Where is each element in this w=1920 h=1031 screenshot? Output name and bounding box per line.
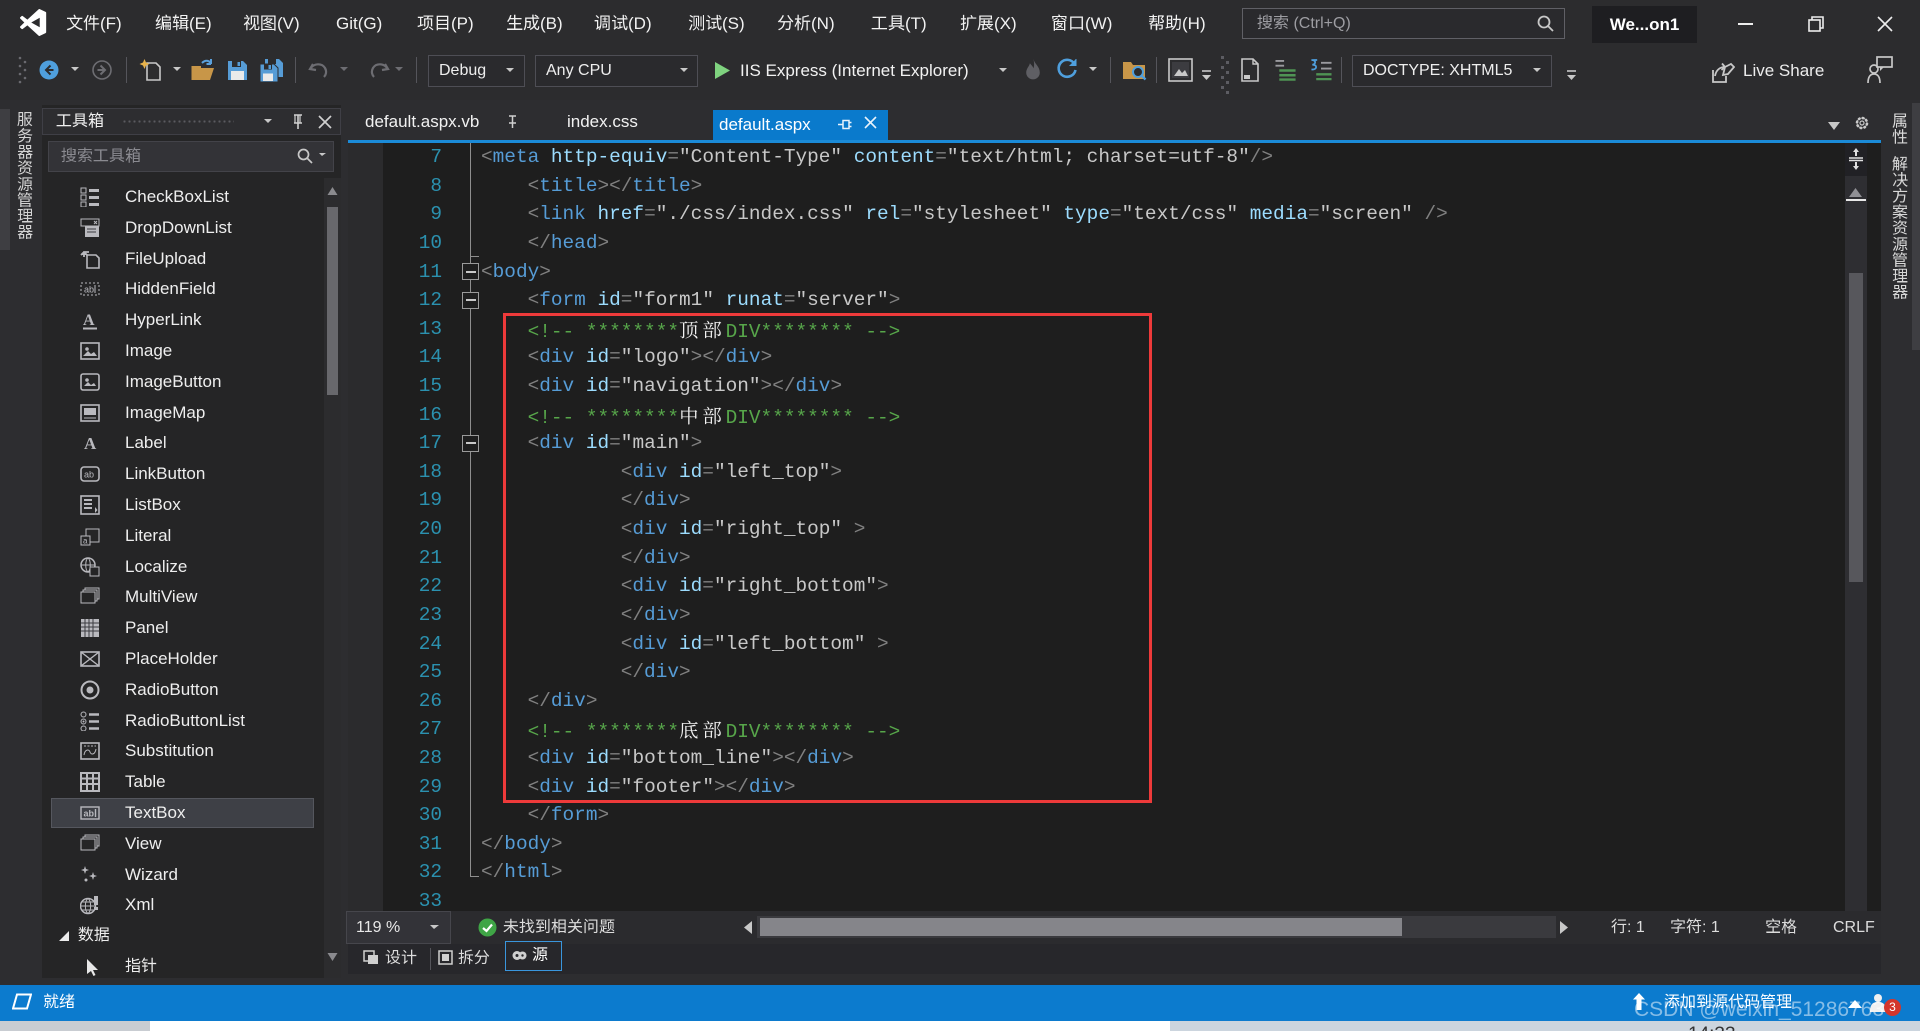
svg-text:ab: ab <box>84 285 94 295</box>
svg-text:ab: ab <box>84 470 94 480</box>
svg-text:A: A <box>84 434 97 453</box>
svg-text:A: A <box>83 312 95 329</box>
svg-text:a: a <box>83 536 88 545</box>
svg-text:ab: ab <box>84 809 95 819</box>
